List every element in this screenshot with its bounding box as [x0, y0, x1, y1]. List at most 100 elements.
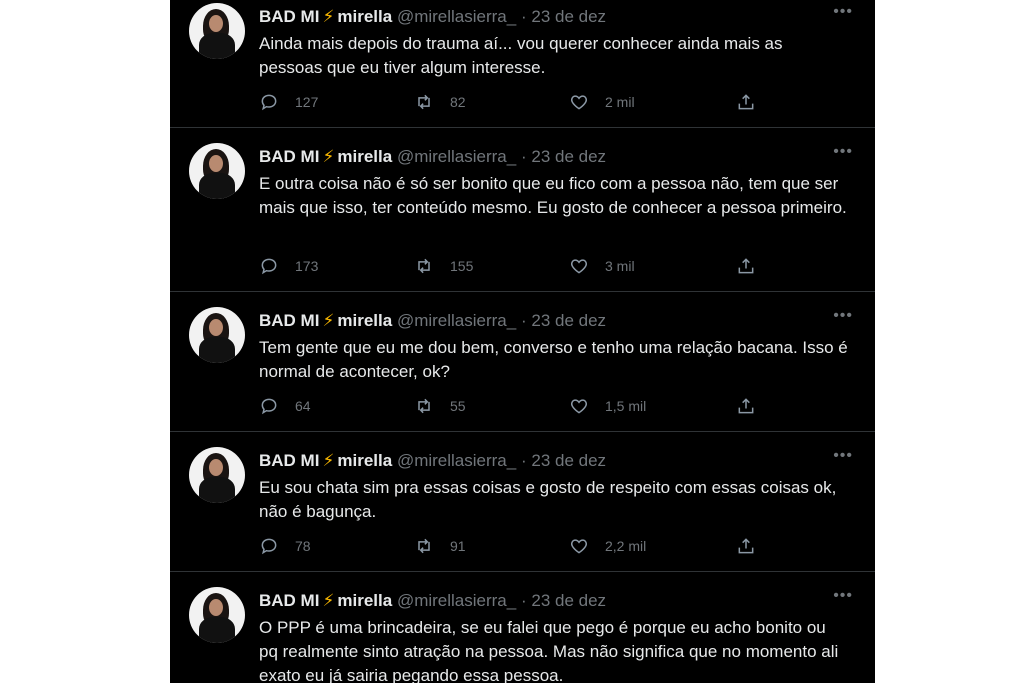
tweet-text: O PPP é uma brincadeira, se eu falei que… — [259, 618, 839, 683]
like-count: 2 mil — [605, 94, 635, 110]
tweet[interactable]: BAD MI ⚡ mirella @mirellasierra_ · 23 de d… — [170, 140, 875, 292]
tweet-header: BAD MI ⚡ mirella @mirellasierra_ · 23 de d… — [259, 6, 606, 28]
reply-icon — [261, 538, 277, 555]
retweet-icon — [418, 258, 430, 274]
like-button[interactable]: 1,5 mil — [569, 395, 646, 417]
avatar[interactable] — [189, 587, 245, 643]
like-count: 3 mil — [605, 258, 635, 274]
reply-count: 127 — [295, 94, 319, 110]
reply-icon — [261, 258, 277, 275]
share-button[interactable] — [736, 91, 756, 113]
tweet-thread: BAD MI ⚡ mirella @mirellasierra_ · 23 de d… — [170, 0, 875, 683]
share-button[interactable] — [736, 255, 756, 277]
tweet-actions: 127 82 2 mil — [259, 91, 779, 113]
display-name[interactable]: BAD MI — [259, 147, 319, 166]
separator: · — [520, 591, 527, 610]
tweet-text: Eu sou chata sim pra essas coisas e gost… — [259, 478, 837, 521]
more-icon[interactable]: ••• — [833, 306, 853, 326]
retweet-button[interactable]: 55 — [414, 395, 466, 417]
handle[interactable]: @mirellasierra_ — [397, 147, 516, 166]
separator: · — [520, 311, 527, 330]
reply-button[interactable]: 64 — [259, 395, 311, 417]
handle[interactable]: @mirellasierra_ — [397, 7, 516, 26]
retweet-icon — [418, 538, 430, 554]
like-icon — [570, 399, 588, 414]
retweet-icon — [418, 398, 430, 414]
retweet-button[interactable]: 82 — [414, 91, 466, 113]
retweet-count: 91 — [450, 538, 466, 554]
tweet-text: E outra coisa não é só ser bonito que eu… — [259, 174, 847, 217]
like-count: 1,5 mil — [605, 398, 647, 414]
reply-button[interactable]: 127 — [259, 91, 318, 113]
tweet[interactable]: BAD MI ⚡ mirella @mirellasierra_ · 23 de d… — [170, 584, 875, 683]
display-name[interactable]: BAD MI — [259, 591, 319, 610]
timestamp[interactable]: 23 de dez — [531, 7, 606, 26]
display-name-suffix[interactable]: mirella — [337, 311, 392, 330]
handle[interactable]: @mirellasierra_ — [397, 591, 516, 610]
retweet-count: 55 — [450, 398, 466, 414]
more-icon[interactable]: ••• — [833, 2, 853, 22]
tweet[interactable]: BAD MI ⚡ mirella @mirellasierra_ · 23 de d… — [170, 304, 875, 432]
share-icon — [738, 538, 754, 554]
reply-count: 173 — [295, 258, 319, 274]
like-icon — [570, 95, 588, 110]
retweet-button[interactable]: 155 — [414, 255, 473, 277]
avatar[interactable] — [189, 143, 245, 199]
timestamp[interactable]: 23 de dez — [531, 591, 606, 610]
tweet-header: BAD MI ⚡ mirella @mirellasierra_ · 23 de d… — [259, 310, 606, 332]
retweet-button[interactable]: 91 — [414, 535, 466, 557]
like-button[interactable]: 3 mil — [569, 255, 635, 277]
share-icon — [738, 94, 754, 110]
timestamp[interactable]: 23 de dez — [531, 451, 606, 470]
lightning-emoji: ⚡ — [322, 147, 335, 166]
share-icon — [738, 398, 754, 414]
lightning-emoji: ⚡ — [322, 311, 335, 330]
reply-count: 78 — [295, 538, 311, 554]
like-button[interactable]: 2 mil — [569, 91, 635, 113]
display-name-suffix[interactable]: mirella — [337, 451, 392, 470]
display-name[interactable]: BAD MI — [259, 311, 319, 330]
more-icon[interactable]: ••• — [833, 586, 853, 606]
tweet-actions: 78 91 2,2 mil — [259, 535, 779, 557]
reply-button[interactable]: 173 — [259, 255, 318, 277]
reply-icon — [261, 398, 277, 415]
handle[interactable]: @mirellasierra_ — [397, 451, 516, 470]
tweet[interactable]: BAD MI ⚡ mirella @mirellasierra_ · 23 de d… — [170, 444, 875, 572]
tweet-header: BAD MI ⚡ mirella @mirellasierra_ · 23 de d… — [259, 146, 606, 168]
reply-icon — [261, 94, 277, 111]
avatar[interactable] — [189, 447, 245, 503]
lightning-emoji: ⚡ — [322, 7, 335, 26]
display-name[interactable]: BAD MI — [259, 451, 319, 470]
reply-count: 64 — [295, 398, 311, 414]
share-button[interactable] — [736, 535, 756, 557]
share-button[interactable] — [736, 395, 756, 417]
display-name-suffix[interactable]: mirella — [337, 591, 392, 610]
more-icon[interactable]: ••• — [833, 446, 853, 466]
tweet-text: Ainda mais depois do trauma aí... vou qu… — [259, 34, 783, 77]
reply-button[interactable]: 78 — [259, 535, 311, 557]
tweet[interactable]: BAD MI ⚡ mirella @mirellasierra_ · 23 de d… — [170, 0, 875, 128]
more-icon[interactable]: ••• — [833, 142, 853, 162]
like-button[interactable]: 2,2 mil — [569, 535, 646, 557]
display-name-suffix[interactable]: mirella — [337, 7, 392, 26]
tweet-actions: 64 55 1,5 mil — [259, 395, 779, 417]
handle[interactable]: @mirellasierra_ — [397, 311, 516, 330]
lightning-emoji: ⚡ — [322, 451, 335, 470]
tweet-header: BAD MI ⚡ mirella @mirellasierra_ · 23 de d… — [259, 450, 606, 472]
avatar[interactable] — [189, 3, 245, 59]
avatar[interactable] — [189, 307, 245, 363]
display-name[interactable]: BAD MI — [259, 7, 319, 26]
retweet-icon — [418, 94, 430, 110]
separator: · — [520, 147, 527, 166]
separator: · — [520, 7, 527, 26]
tweet-header: BAD MI ⚡ mirella @mirellasierra_ · 23 de d… — [259, 590, 606, 612]
like-icon — [570, 539, 588, 554]
tweet-actions: 173 155 3 mil — [259, 255, 779, 277]
lightning-emoji: ⚡ — [322, 591, 335, 610]
share-icon — [738, 258, 754, 274]
tweet-text: Tem gente que eu me dou bem, converso e … — [259, 338, 848, 381]
timestamp[interactable]: 23 de dez — [531, 147, 606, 166]
timestamp[interactable]: 23 de dez — [531, 311, 606, 330]
separator: · — [520, 451, 527, 470]
display-name-suffix[interactable]: mirella — [337, 147, 392, 166]
